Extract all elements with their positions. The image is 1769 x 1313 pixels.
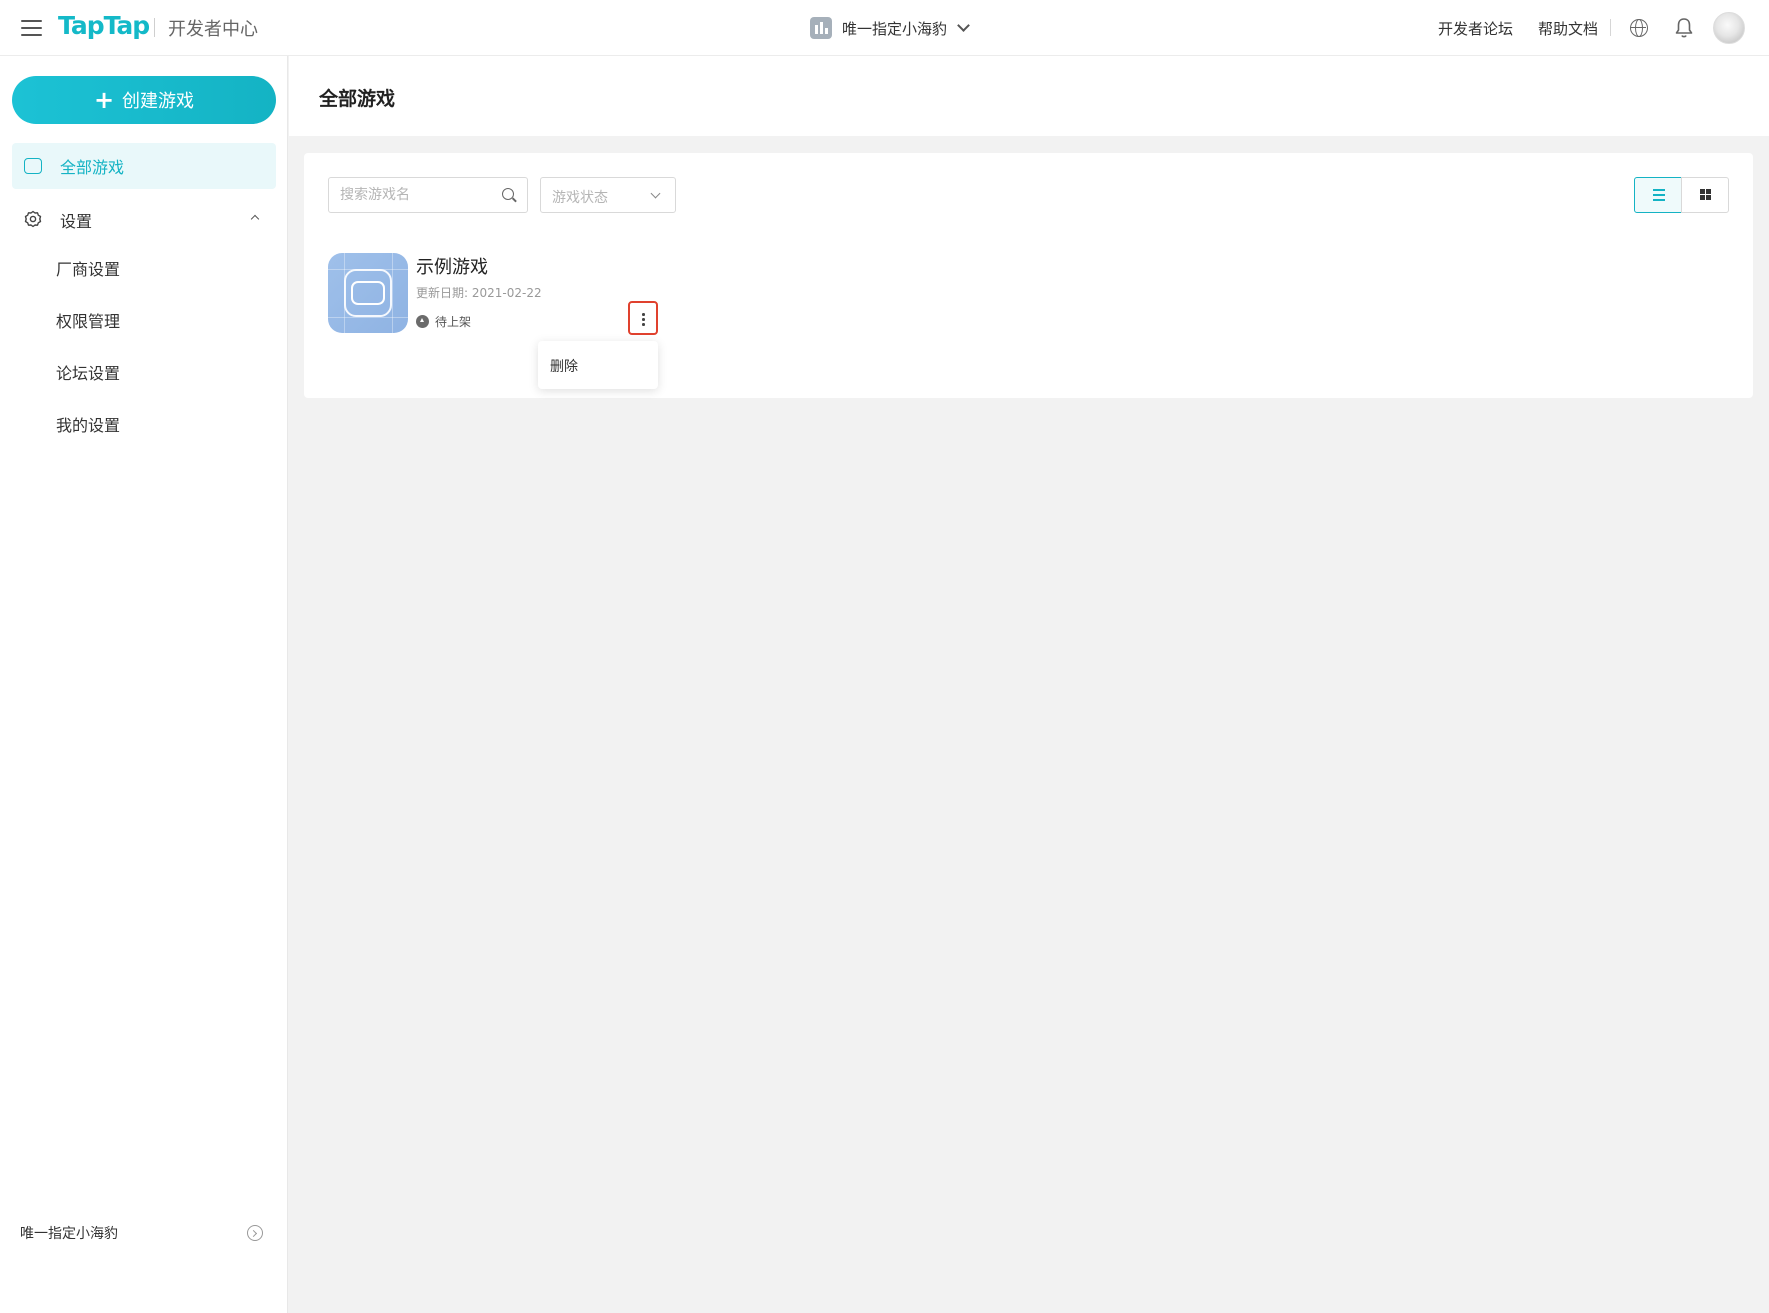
sidebar-footer-org-name: 唯一指定小海豹	[20, 1226, 118, 1242]
grid-view-button[interactable]	[1681, 177, 1729, 213]
create-game-label: 创建游戏	[122, 91, 195, 112]
search-box	[328, 177, 528, 213]
sidebar-item-settings[interactable]: 设置	[12, 195, 276, 241]
sidebar-item-my-settings[interactable]: 我的设置	[56, 412, 120, 436]
top-bar: TapTap 开发者中心 唯一指定小海豹 开发者论坛 帮助文档	[0, 0, 1769, 56]
game-icon[interactable]	[328, 253, 408, 333]
organization-switcher[interactable]: 唯一指定小海豹	[810, 14, 970, 42]
chevron-down-icon	[957, 19, 970, 32]
create-game-button[interactable]: + 创建游戏	[12, 76, 276, 124]
hamburger-menu-icon[interactable]	[20, 16, 44, 40]
delete-menu-item[interactable]: 删除	[550, 356, 578, 376]
notification-bell-icon[interactable]	[1674, 17, 1694, 39]
sidebar-item-forum-settings[interactable]: 论坛设置	[56, 360, 120, 384]
page-title: 全部游戏	[319, 88, 396, 110]
logo-divider	[154, 18, 155, 37]
taptap-logo[interactable]: TapTap	[58, 11, 150, 40]
portal-subtitle: 开发者中心	[168, 19, 258, 40]
game-status-select[interactable]: 游戏状态	[540, 177, 676, 213]
chevron-up-icon[interactable]	[250, 214, 260, 224]
plus-icon: +	[93, 86, 115, 114]
view-toggle	[1634, 177, 1729, 213]
game-actions-dropdown: 删除	[538, 341, 658, 389]
page-header: 全部游戏	[289, 56, 1769, 136]
sidebar-item-label: 设置	[60, 212, 93, 231]
language-globe-icon[interactable]	[1630, 19, 1648, 37]
game-status: 待上架	[416, 313, 471, 330]
sidebar-item-permission-management[interactable]: 权限管理	[56, 308, 120, 332]
game-update-date: 更新日期: 2021-02-22	[416, 286, 542, 300]
header-divider	[1610, 19, 1611, 36]
organization-name: 唯一指定小海豹	[842, 19, 948, 38]
game-status-label: 待上架	[435, 315, 472, 329]
sidebar-item-all-games[interactable]: 全部游戏	[12, 143, 276, 189]
list-view-button[interactable]	[1634, 177, 1682, 213]
gear-icon	[24, 210, 42, 228]
user-avatar[interactable]	[1713, 12, 1745, 44]
games-card: 游戏状态 示例游戏 更新日期: 2021-02-22 待上架 删除	[304, 153, 1753, 398]
search-icon[interactable]	[502, 188, 514, 200]
chevron-down-icon	[650, 188, 661, 199]
sidebar: + 创建游戏 全部游戏 设置 厂商设置 权限管理 论坛设置 我的设置	[0, 56, 288, 1313]
more-options-button[interactable]	[628, 301, 658, 335]
developer-forum-link[interactable]: 开发者论坛	[1438, 18, 1513, 39]
sidebar-item-label: 全部游戏	[60, 158, 125, 177]
search-input[interactable]	[340, 178, 500, 212]
sidebar-item-vendor-settings[interactable]: 厂商设置	[56, 256, 120, 280]
upload-status-icon	[416, 315, 429, 328]
chevron-right-circle-icon[interactable]	[247, 1225, 263, 1241]
organization-icon	[810, 17, 832, 39]
game-status-placeholder: 游戏状态	[552, 190, 608, 206]
game-name[interactable]: 示例游戏	[416, 253, 488, 279]
gamepad-icon	[24, 158, 42, 174]
gamepad-icon	[351, 281, 385, 305]
help-docs-link[interactable]: 帮助文档	[1538, 18, 1598, 39]
